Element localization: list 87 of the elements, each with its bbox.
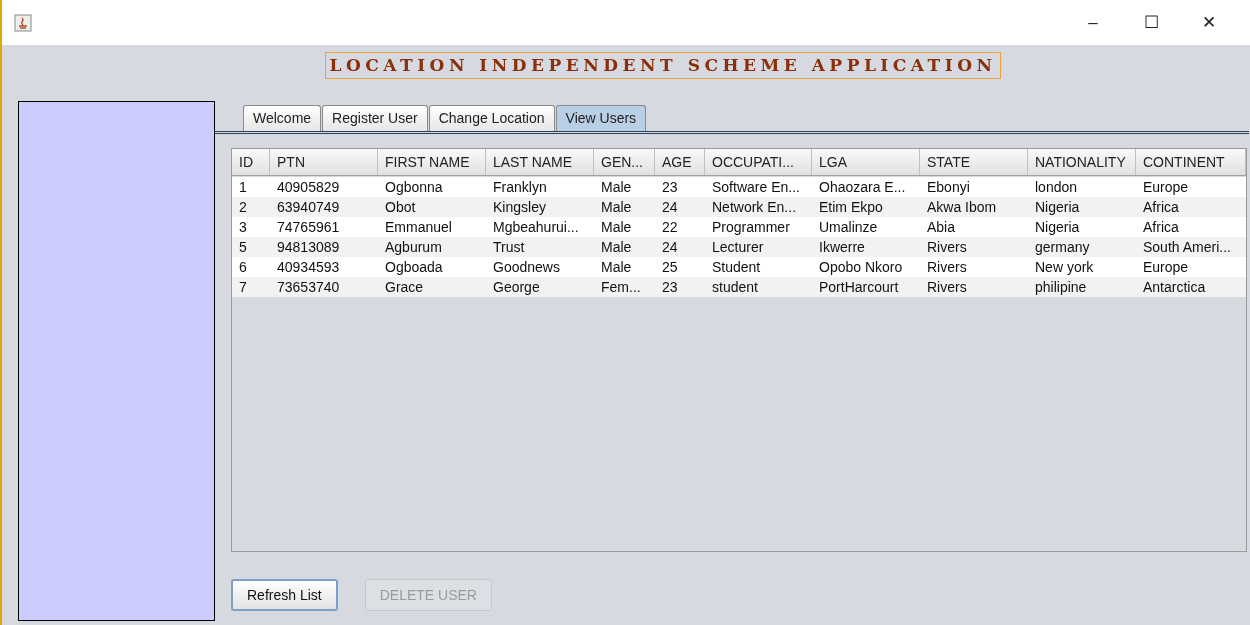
table-cell-text: philipine: [1034, 278, 1088, 297]
table-cell-text: 63940749: [276, 198, 341, 217]
table-cell-text: Nigeria: [1034, 198, 1081, 217]
table-cell-text: Umalinze: [818, 218, 879, 237]
maximize-button[interactable]: ☐: [1122, 2, 1180, 43]
table-cell-text: Male: [600, 198, 633, 217]
tab[interactable]: View Users: [555, 105, 647, 131]
column-header[interactable]: STATE: [920, 149, 1028, 175]
table-cell-text: 74765961: [276, 218, 341, 237]
table-cell-text: Student: [711, 258, 762, 277]
table-cell-text: Opobo Nkoro: [818, 258, 904, 277]
table-cell-text: Europe: [1142, 258, 1190, 277]
table-cell-text: Ohaozara E...: [818, 178, 907, 197]
table-cell-text: 25: [661, 258, 679, 277]
table-cell-text: Emmanuel: [384, 218, 453, 237]
table-cell-text: Africa: [1142, 198, 1180, 217]
table-cell-text: Europe: [1142, 178, 1190, 197]
table-cell-text: Franklyn: [492, 178, 548, 197]
tab[interactable]: Welcome: [243, 105, 322, 131]
table-cell-text: Kingsley: [492, 198, 547, 217]
column-header[interactable]: OCCUPATI...: [705, 149, 812, 175]
close-button[interactable]: ✕: [1180, 2, 1238, 43]
table-cell-text: 7: [238, 278, 248, 297]
table-cell-text: germany: [1034, 238, 1091, 257]
table-cell-text: Lecturer: [711, 238, 765, 257]
table-cell-text: 22: [661, 218, 679, 237]
table-cell-text: Programmer: [711, 218, 791, 237]
table-cell-text: 6: [238, 258, 248, 277]
table-cell-text: Network En...: [711, 198, 798, 217]
table-cell-text: Agburum: [384, 238, 443, 257]
table-cell-text: 24: [661, 238, 679, 257]
app-title: LOCATION INDEPENDENT SCHEME APPLICATION: [325, 52, 1001, 79]
table-cell-text: 94813089: [276, 238, 341, 257]
java-app-icon: [14, 13, 32, 32]
table-cell-text: New york: [1034, 258, 1095, 277]
table-cell-text: Antarctica: [1142, 278, 1207, 297]
table-cell-text: Male: [600, 218, 633, 237]
table-cell-text: Etim Ekpo: [818, 198, 884, 217]
table-cell-text: 5: [238, 238, 248, 257]
table-cell-text: Ogbonna: [384, 178, 444, 197]
table-cell-text: london: [1034, 178, 1079, 197]
table-cell-text: PortHarcourt: [818, 278, 900, 297]
table-cell-text: Akwa Ibom: [926, 198, 998, 217]
table-cell-text: Grace: [384, 278, 425, 297]
column-header[interactable]: PTN: [270, 149, 378, 175]
table-cell-text: South Ameri...: [1142, 238, 1232, 257]
table-cell-text: Obot: [384, 198, 417, 217]
table-cell-text: Abia: [926, 218, 957, 237]
table-cell-text: Goodnews: [492, 258, 561, 277]
table-cell-text: 3: [238, 218, 248, 237]
table-cell-text: 23: [661, 178, 679, 197]
table-cell-text: Ogboada: [384, 258, 444, 277]
table-cell-text: Ikwerre: [818, 238, 866, 257]
refresh-list-button[interactable]: Refresh List: [231, 579, 338, 611]
tab[interactable]: Change Location: [428, 105, 555, 131]
column-header[interactable]: LAST NAME: [486, 149, 594, 175]
table-cell-text: Africa: [1142, 218, 1180, 237]
column-header[interactable]: AGE: [655, 149, 705, 175]
tab[interactable]: Register User: [322, 105, 428, 131]
table-cell-text: Rivers: [926, 258, 968, 277]
table-cell-text: Male: [600, 258, 633, 277]
table-cell-text: Nigeria: [1034, 218, 1081, 237]
column-header[interactable]: ID: [232, 149, 270, 175]
column-header[interactable]: CONTINENT: [1136, 149, 1246, 175]
minimize-button[interactable]: –: [1064, 2, 1122, 43]
table-cell-text: Software En...: [711, 178, 801, 197]
column-header[interactable]: NATIONALITY: [1028, 149, 1136, 175]
table-cell-text: 24: [661, 198, 679, 217]
column-header[interactable]: FIRST NAME: [378, 149, 486, 175]
column-header[interactable]: LGA: [812, 149, 920, 175]
table-cell-text: Mgbeahurui...: [492, 218, 580, 237]
table-cell-text: 40934593: [276, 258, 341, 277]
table-cell-text: 73653740: [276, 278, 341, 297]
table-cell-text: Fem...: [600, 278, 642, 297]
table-cell-text: 1: [238, 178, 248, 197]
table-cell-text: 2: [238, 198, 248, 217]
table-cell-text: 40905829: [276, 178, 341, 197]
table-cell-text: Trust: [492, 238, 526, 257]
table-cell-text: Rivers: [926, 278, 968, 297]
table-cell-text: Rivers: [926, 238, 968, 257]
table-cell-text: Male: [600, 178, 633, 197]
table-cell-text: Male: [600, 238, 633, 257]
table-cell-text: George: [492, 278, 541, 297]
table-cell-text: Ebonyi: [926, 178, 971, 197]
column-header[interactable]: GEN...: [594, 149, 655, 175]
table-cell-text: student: [711, 278, 759, 297]
table-cell-text: 23: [661, 278, 679, 297]
